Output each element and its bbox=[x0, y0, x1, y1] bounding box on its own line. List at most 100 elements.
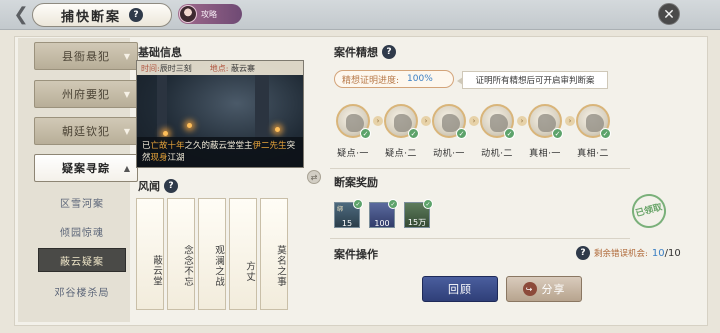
reasoning-heading: 案件精想 ? bbox=[334, 44, 396, 60]
rumor-label: 莫名之事 bbox=[275, 245, 286, 287]
chevron-down-icon: ▼ bbox=[123, 89, 131, 99]
rumor-card-3[interactable]: 观澜之战 bbox=[198, 198, 226, 310]
check-icon: ✓ bbox=[360, 128, 371, 139]
progress-label: 精想证明进度: bbox=[342, 75, 400, 86]
share-button[interactable]: ↪ 分享 bbox=[506, 276, 582, 302]
title-banner: 捕快断案 ? bbox=[32, 3, 172, 27]
rumor-label: 蔽云堂 bbox=[151, 255, 162, 287]
section-title: 风闻 bbox=[138, 180, 160, 193]
rumor-card-5[interactable]: 莫名之事 bbox=[260, 198, 288, 310]
chevron-right-icon: › bbox=[373, 116, 383, 126]
chevron-down-icon: ▼ bbox=[123, 51, 131, 61]
reward-tag: 绑 bbox=[337, 206, 344, 213]
lamp-icon bbox=[187, 123, 192, 128]
scene-pillar bbox=[255, 75, 269, 145]
sidebar-item-county[interactable]: 县衙悬犯 ▼ bbox=[34, 42, 138, 70]
lamp-icon bbox=[275, 127, 280, 132]
time-value: 辰时三刻 bbox=[159, 63, 192, 73]
close-icon[interactable]: ✕ bbox=[658, 3, 680, 25]
place-label: 地点: bbox=[209, 63, 229, 73]
sub-item-case-1[interactable]: 区雪河案 bbox=[38, 190, 126, 214]
reward-item-1[interactable]: 绑 15 ✓ bbox=[334, 199, 363, 228]
sub-item-label: 邓谷楼杀局 bbox=[54, 287, 110, 299]
review-label: 回顾 bbox=[448, 283, 472, 296]
help-icon[interactable]: ? bbox=[576, 246, 590, 260]
reasoning-hint: 证明所有精想后可开启审判断案 bbox=[457, 71, 608, 89]
sub-item-label: 区雪河案 bbox=[60, 198, 104, 210]
sidebar-item-label: 州府要犯 bbox=[62, 88, 110, 101]
clue-label: 动机·一 bbox=[433, 149, 465, 159]
caption-highlight: 亡故十年 bbox=[150, 141, 185, 151]
check-icon: ✓ bbox=[504, 128, 515, 139]
sidebar-item-imperial[interactable]: 朝廷钦犯 ▼ bbox=[34, 117, 138, 145]
reward-item-3[interactable]: 15万 ✓ bbox=[404, 199, 433, 228]
reward-qty: 100 bbox=[374, 219, 390, 228]
lamp-icon bbox=[163, 131, 168, 136]
rumor-card-1[interactable]: 蔽云堂 bbox=[136, 198, 164, 310]
sub-item-case-2[interactable]: 倾园惊魂 bbox=[38, 219, 126, 243]
operations-heading: 案件操作 bbox=[334, 246, 378, 262]
place-value: 蔽云寨 bbox=[230, 63, 255, 73]
chance-count: 10/10 bbox=[652, 248, 681, 259]
clue-node-1[interactable]: ✓ bbox=[336, 104, 371, 139]
share-label: 分享 bbox=[541, 283, 566, 296]
guide-button[interactable]: 攻略 bbox=[178, 4, 242, 24]
check-icon: ✓ bbox=[600, 128, 611, 139]
chance-total: /10 bbox=[664, 247, 681, 259]
sub-item-case-4[interactable]: 邓谷楼杀局 bbox=[38, 279, 126, 303]
collapse-arrow-icon[interactable]: ⇄ bbox=[307, 170, 321, 184]
chance-current: 10 bbox=[651, 247, 665, 259]
rumor-label: 念念不忘 bbox=[182, 245, 193, 287]
caption-text: 已 bbox=[142, 141, 151, 151]
share-icon: ↪ bbox=[522, 282, 537, 296]
sub-item-label: 蔽云疑案 bbox=[60, 256, 104, 268]
help-icon[interactable]: ? bbox=[164, 179, 178, 193]
progress-value: 100% bbox=[407, 74, 433, 84]
sub-item-case-3[interactable]: 蔽云疑案 bbox=[38, 248, 126, 272]
sidebar-item-label: 县衙悬犯 bbox=[62, 50, 110, 63]
check-icon: ✓ bbox=[388, 199, 398, 209]
chevron-right-icon: › bbox=[517, 116, 527, 126]
scene-image: 时间:辰时三刻 地点: 蔽云寨 已亡故十年之久的蔽云堂堂主伊二先生突然现身江湖 bbox=[136, 60, 304, 168]
chance-label: 剩余错误机会: bbox=[594, 249, 648, 259]
caption-text: 江湖 bbox=[167, 153, 185, 163]
scene-caption: 已亡故十年之久的蔽云堂堂主伊二先生突然现身江湖 bbox=[137, 137, 303, 167]
clue-node-5[interactable]: ✓ bbox=[528, 104, 563, 139]
section-title: 案件操作 bbox=[334, 248, 378, 261]
back-arrow-icon[interactable]: ❮ bbox=[8, 3, 34, 27]
rumor-label: 观澜之战 bbox=[213, 245, 224, 287]
sidebar-item-mystery[interactable]: 疑案寻踪 ▲ bbox=[34, 154, 138, 182]
time-label: 时间: bbox=[141, 63, 160, 73]
section-title: 基础信息 bbox=[138, 46, 182, 59]
clue-label: 疑点·二 bbox=[385, 149, 417, 159]
caption-highlight: 伊二先生 bbox=[252, 141, 287, 151]
chevron-right-icon: › bbox=[565, 116, 575, 126]
reward-qty: 15万 bbox=[407, 218, 427, 227]
help-icon[interactable]: ? bbox=[129, 8, 143, 22]
review-button[interactable]: 回顾 bbox=[422, 276, 498, 302]
sub-item-label: 倾园惊魂 bbox=[60, 227, 104, 239]
hint-text: 证明所有精想后可开启审判断案 bbox=[475, 76, 595, 86]
check-icon: ✓ bbox=[408, 128, 419, 139]
clue-node-4[interactable]: ✓ bbox=[480, 104, 515, 139]
error-chance: ? 剩余错误机会: 10/10 bbox=[576, 246, 681, 260]
reward-item-2[interactable]: 100 ✓ bbox=[369, 199, 398, 228]
check-icon: ✓ bbox=[456, 128, 467, 139]
clue-node-6[interactable]: ✓ bbox=[576, 104, 611, 139]
rumor-card-4[interactable]: 方丈 bbox=[229, 198, 257, 310]
rumor-card-2[interactable]: 念念不忘 bbox=[167, 198, 195, 310]
section-divider bbox=[330, 168, 630, 169]
sidebar-item-label: 朝廷钦犯 bbox=[62, 125, 110, 138]
guide-label: 攻略 bbox=[201, 9, 217, 19]
chevron-up-icon: ▲ bbox=[123, 163, 131, 173]
check-icon: ✓ bbox=[423, 199, 433, 209]
check-icon: ✓ bbox=[552, 128, 563, 139]
check-icon: ✓ bbox=[353, 199, 363, 209]
chevron-right-icon: › bbox=[421, 116, 431, 126]
help-icon[interactable]: ? bbox=[382, 45, 396, 59]
clue-node-3[interactable]: ✓ bbox=[432, 104, 467, 139]
clue-label: 真相·一 bbox=[529, 149, 561, 159]
clue-node-2[interactable]: ✓ bbox=[384, 104, 419, 139]
page-title: 捕快断案 bbox=[60, 9, 121, 25]
sidebar-item-prefecture[interactable]: 州府要犯 ▼ bbox=[34, 80, 138, 108]
